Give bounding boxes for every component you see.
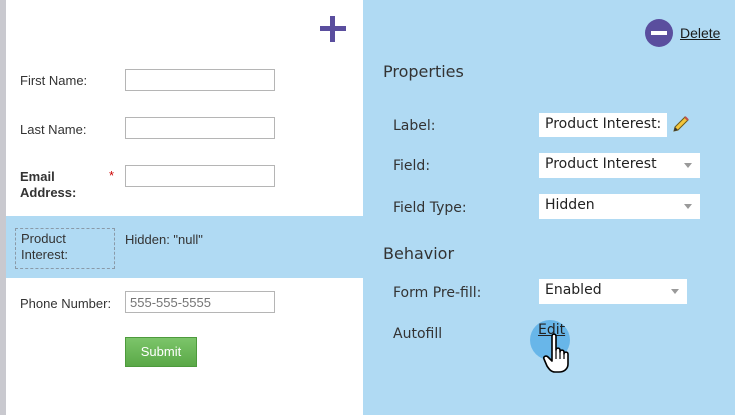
label-property-label: Label: xyxy=(393,118,436,134)
field-type-select-value: Hidden xyxy=(545,197,595,213)
email-label-line1: Email xyxy=(20,169,55,184)
label-property-input[interactable]: Product Interest: xyxy=(539,113,667,137)
hidden-field-label-line1: Product xyxy=(21,231,66,246)
last-name-label: Last Name: xyxy=(20,122,87,137)
first-name-input[interactable] xyxy=(125,69,275,91)
field-select-value: Product Interest xyxy=(545,156,657,172)
field-type-select[interactable]: Hidden xyxy=(539,194,700,219)
prefill-label: Form Pre-fill: xyxy=(393,285,482,301)
submit-button[interactable]: Submit xyxy=(125,337,197,367)
email-label: Email Address: xyxy=(20,169,76,201)
email-label-line2: Address: xyxy=(20,185,77,200)
behavior-heading: Behavior xyxy=(383,244,455,263)
required-marker: * xyxy=(109,168,115,183)
autofill-label: Autofill xyxy=(393,326,443,342)
phone-input[interactable] xyxy=(125,291,275,313)
pencil-icon[interactable] xyxy=(671,114,691,134)
phone-label: Phone Number: xyxy=(20,296,112,311)
plus-icon[interactable] xyxy=(320,16,346,42)
chevron-down-icon xyxy=(671,289,679,294)
hidden-field-value: Hidden: "null" xyxy=(125,232,203,247)
chevron-down-icon xyxy=(684,204,692,209)
delete-link[interactable]: Delete xyxy=(680,25,720,41)
last-name-input[interactable] xyxy=(125,117,275,139)
first-name-label: First Name: xyxy=(20,73,88,88)
properties-heading: Properties xyxy=(383,62,464,81)
hidden-field-label: Product Interest: xyxy=(15,228,115,269)
field-type-label: Field Type: xyxy=(393,200,467,216)
form-preview-panel: First Name: Last Name: Email Address: * … xyxy=(6,0,363,415)
properties-panel: Delete Properties Label: Product Interes… xyxy=(363,0,735,415)
field-select[interactable]: Product Interest xyxy=(539,153,700,178)
chevron-down-icon xyxy=(684,163,692,168)
hand-pointer-icon xyxy=(543,333,569,373)
email-input[interactable] xyxy=(125,165,275,187)
field-property-label: Field: xyxy=(393,158,431,174)
minus-circle-icon[interactable] xyxy=(645,19,673,47)
hidden-field-label-line2: Interest: xyxy=(21,247,68,262)
prefill-select[interactable]: Enabled xyxy=(539,279,687,304)
prefill-select-value: Enabled xyxy=(545,282,602,298)
hidden-field-row[interactable]: Product Interest: Hidden: "null" xyxy=(6,216,363,278)
